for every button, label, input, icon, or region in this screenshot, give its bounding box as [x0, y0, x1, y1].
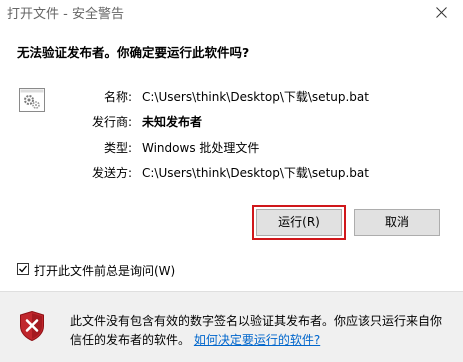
publisher-label: 发行商:: [91, 115, 132, 129]
close-icon: [436, 7, 447, 18]
publisher-value: 未知发布者: [142, 115, 203, 129]
title-bar: 打开文件 - 安全警告: [0, 0, 463, 26]
question-heading: 无法验证发布者。你确定要运行此软件吗?: [17, 45, 250, 60]
cancel-button[interactable]: 取消: [354, 209, 440, 236]
info-row-from: 发送方: C:\Users\think\Desktop\下载\setup.bat: [0, 164, 463, 182]
always-ask-checkbox-row[interactable]: 打开此文件前总是询问(W): [17, 262, 257, 278]
warning-footer: 此文件没有包含有效的数字签名以验证其发布者。你应该只运行来自你信任的发布者的软件…: [0, 291, 463, 362]
type-label: 类型:: [103, 141, 132, 155]
name-label: 名称:: [103, 90, 132, 104]
info-row-name: 名称: C:\Users\think\Desktop\下载\setup.bat: [0, 88, 463, 106]
close-button[interactable]: [420, 0, 463, 26]
from-label: 发送方:: [91, 166, 132, 180]
help-link[interactable]: 如何决定要运行的软件?: [194, 333, 320, 347]
info-row-type: 类型: Windows 批处理文件: [0, 139, 463, 157]
run-button[interactable]: 运行(R): [252, 205, 346, 240]
from-value: C:\Users\think\Desktop\下载\setup.bat: [142, 166, 369, 180]
always-ask-checkbox[interactable]: [17, 263, 29, 275]
type-value: Windows 批处理文件: [142, 141, 260, 155]
red-shield-x-icon: [20, 310, 44, 342]
window-title: 打开文件 - 安全警告: [7, 7, 124, 22]
warning-message: 此文件没有包含有效的数字签名以验证其发布者。你应该只运行来自你信任的发布者的软件…: [70, 312, 450, 350]
checkmark-icon: [19, 265, 28, 273]
security-warning-dialog: 打开文件 - 安全警告 无法验证发布者。你确定要运行此软件吗? 名称: C:\U…: [0, 0, 463, 362]
name-value: C:\Users\think\Desktop\下载\setup.bat: [142, 90, 369, 104]
always-ask-label: 打开此文件前总是询问(W): [34, 264, 176, 278]
info-row-publisher: 发行商: 未知发布者: [0, 113, 463, 131]
